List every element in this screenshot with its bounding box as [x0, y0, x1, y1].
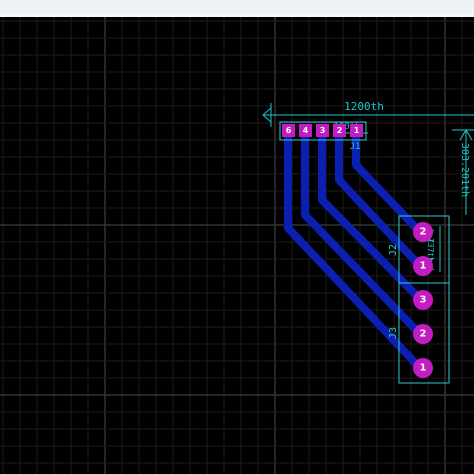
j1-label: J1	[350, 142, 361, 152]
svg-text:3: 3	[320, 126, 326, 135]
copper-traces	[284, 127, 424, 372]
svg-text:1: 1	[420, 363, 427, 374]
window-title-bar[interactable]	[0, 0, 474, 15]
j1-pad-pin4[interactable]: 4	[299, 124, 312, 137]
pcb-layout-canvas[interactable]: 1200th 100th 303.201th 137th J1 6 4 3 2 …	[0, 17, 474, 474]
horizontal-dimension-label: 1200th	[344, 100, 384, 113]
j3-pad-pin1[interactable]: 1	[413, 358, 433, 378]
svg-text:2: 2	[420, 227, 427, 238]
trace-j1-pin1[interactable]	[352, 127, 424, 236]
svg-text:3: 3	[420, 295, 427, 306]
vertical-dimension-label: 303.201th	[459, 143, 470, 197]
svg-text:2: 2	[420, 329, 427, 340]
j1-pad-pin3[interactable]: 3	[316, 124, 329, 137]
j2-pad-pin2[interactable]: 2	[413, 222, 433, 242]
svg-text:2: 2	[337, 126, 343, 135]
j1-pad-pin1[interactable]: 1	[350, 124, 363, 137]
j3-label: J3	[388, 327, 399, 339]
j1-pad-pin2[interactable]: 2	[333, 124, 346, 137]
svg-text:4: 4	[303, 126, 309, 135]
j2-label: J2	[388, 244, 399, 256]
j2-pad-pin1[interactable]: 1	[413, 256, 433, 276]
svg-text:1: 1	[354, 126, 360, 135]
svg-text:6: 6	[286, 126, 292, 135]
j3-pad-pin3[interactable]: 3	[413, 290, 433, 310]
j3-pad-pin2[interactable]: 2	[413, 324, 433, 344]
connector-j3[interactable]: J3 3 2 1	[388, 282, 450, 384]
pcb-editor-window: 1200th 100th 303.201th 137th J1 6 4 3 2 …	[0, 0, 474, 474]
svg-text:1: 1	[420, 261, 427, 272]
j1-pad-pin6[interactable]: 6	[282, 124, 295, 137]
